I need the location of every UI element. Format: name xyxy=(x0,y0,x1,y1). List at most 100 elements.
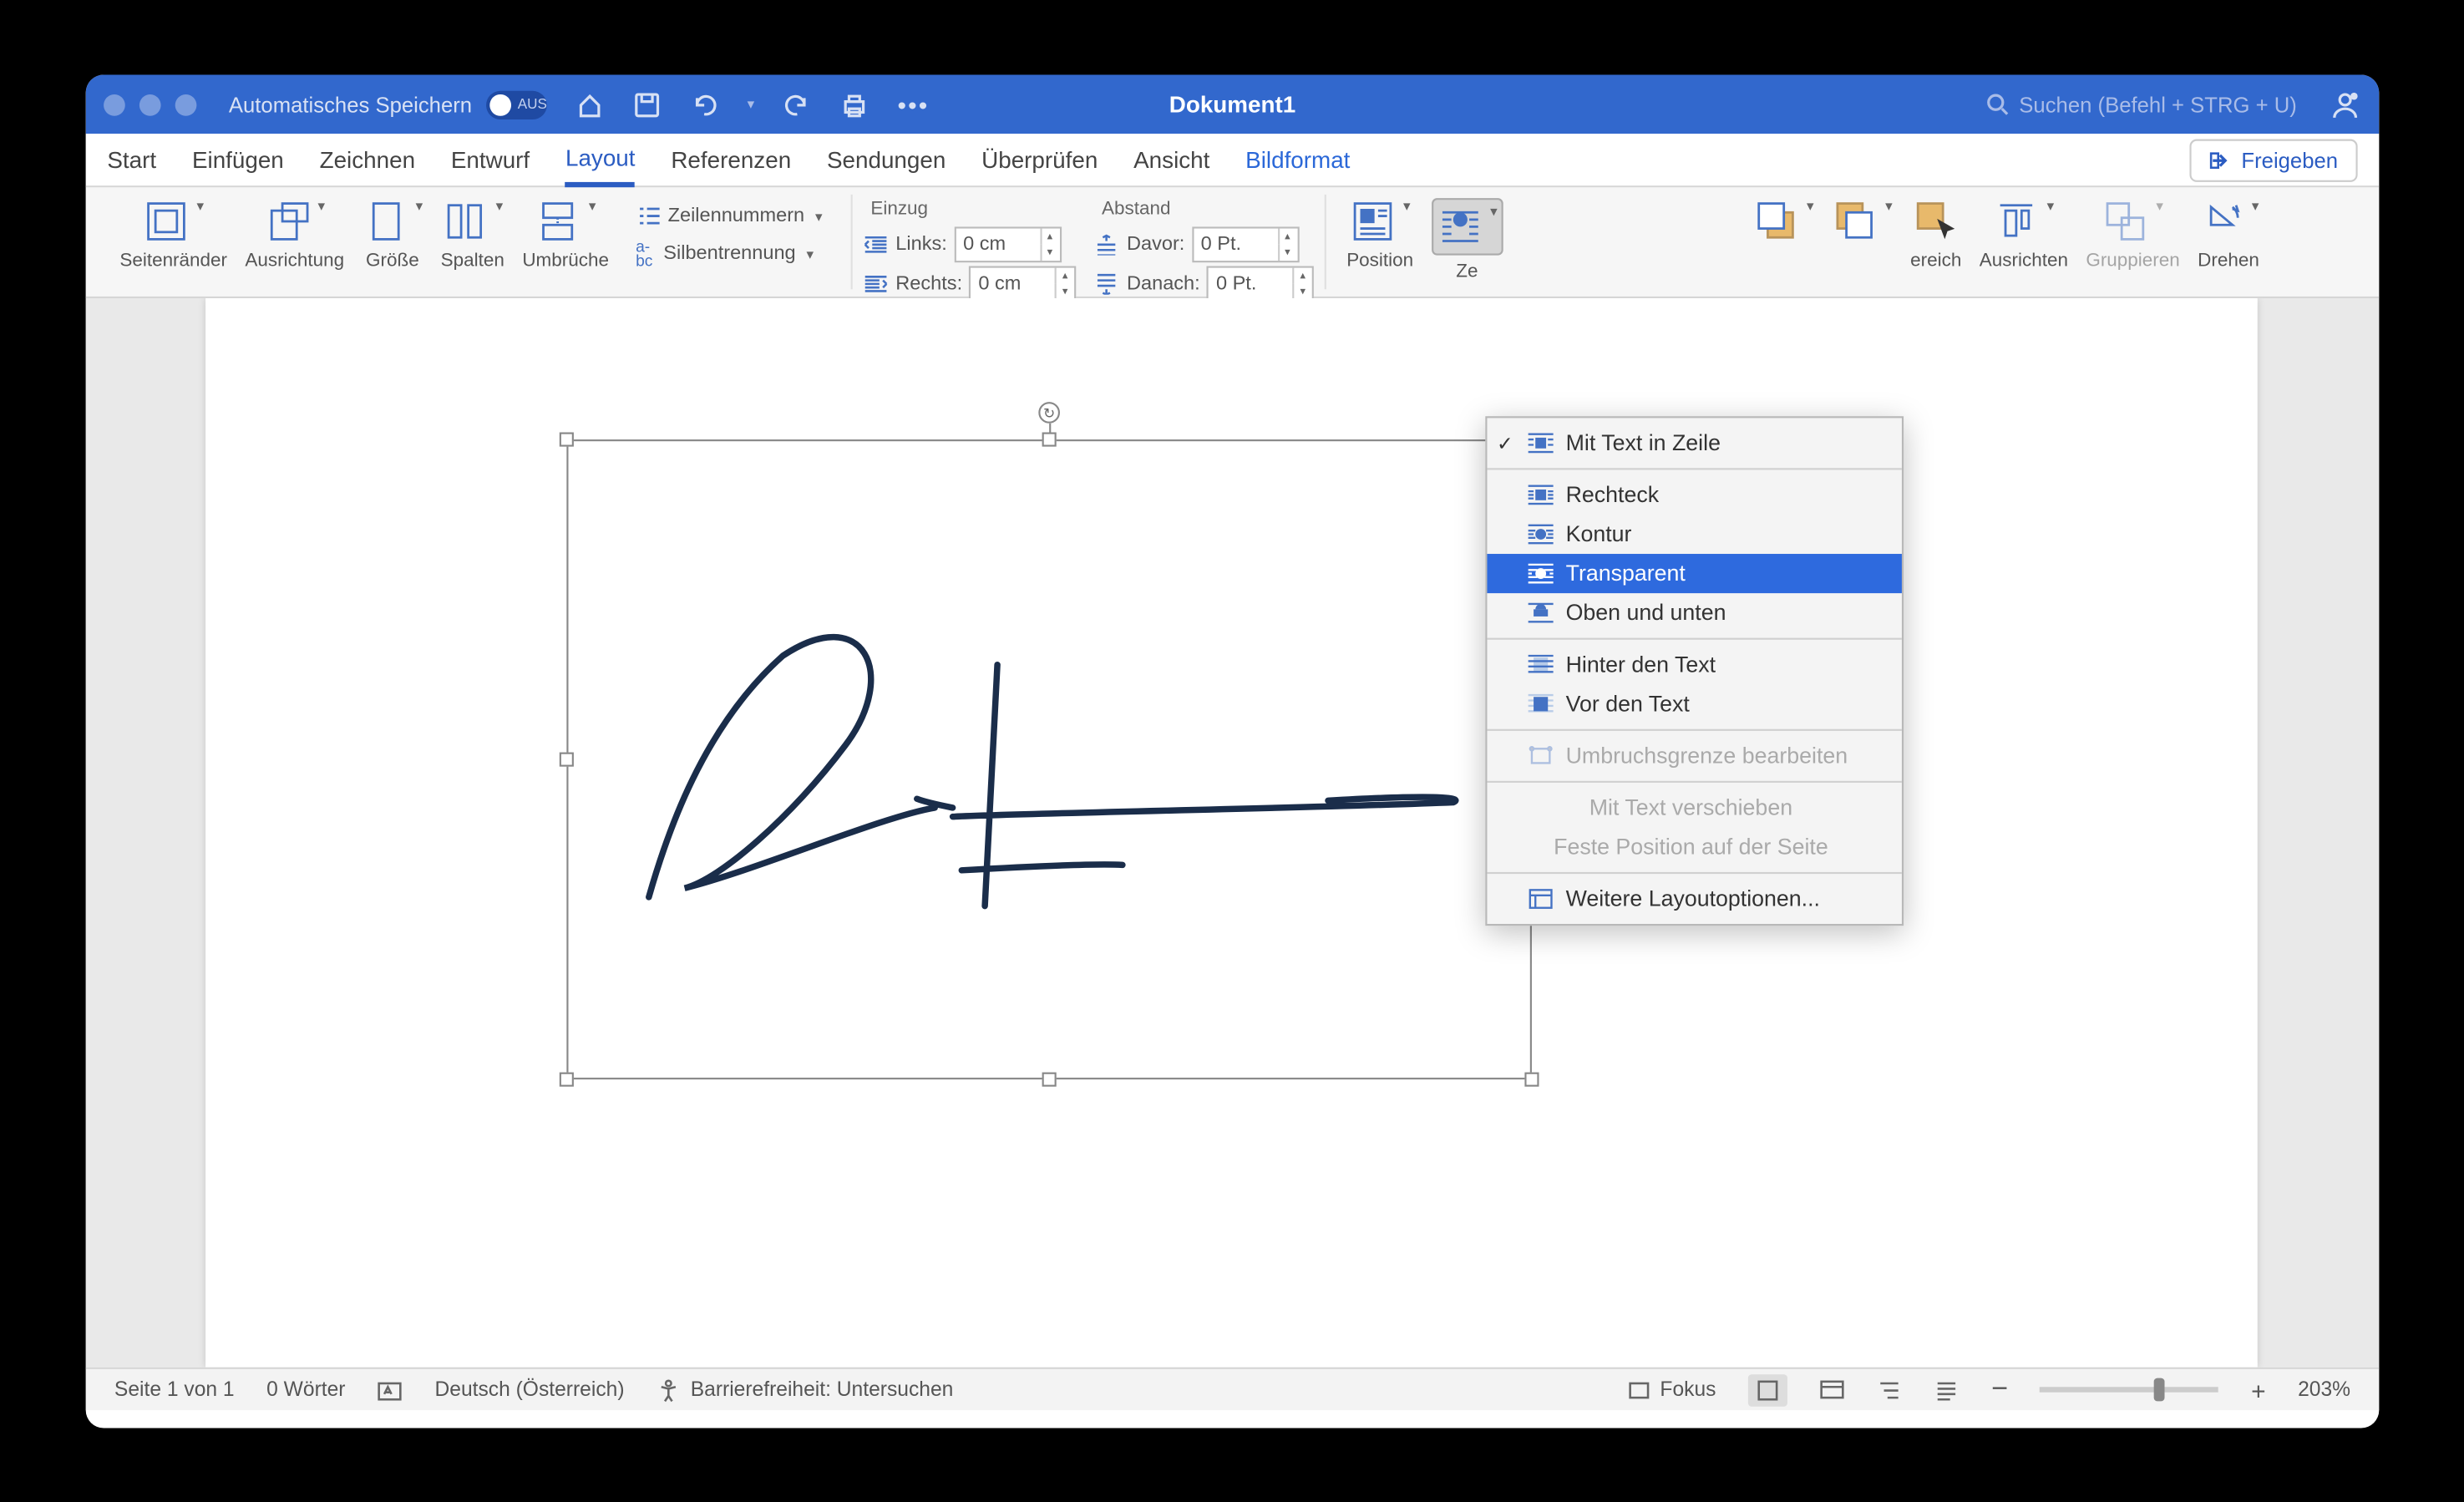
print-icon[interactable] xyxy=(839,89,868,118)
page-setup-group: ▾ Seitenränder ▾ Ausrichtung ▾ Größe ▾ S… xyxy=(99,194,852,288)
statusbar: Seite 1 von 1 0 Wörter Deutsch (Österrei… xyxy=(85,1367,2379,1409)
outline-view-button[interactable] xyxy=(1877,1377,1902,1402)
more-layout-options-item[interactable]: Weitere Layoutoptionen... xyxy=(1487,879,1901,918)
tab-entwurf[interactable]: Entwurf xyxy=(450,135,529,184)
web-layout-view-button[interactable] xyxy=(1819,1377,1844,1402)
wrap-inline-icon xyxy=(1526,430,1554,455)
spellcheck-button[interactable] xyxy=(378,1377,403,1402)
window-controls xyxy=(104,93,196,114)
ribbon-tabs: Start Einfügen Zeichnen Entwurf Layout R… xyxy=(85,134,2379,187)
breaks-button[interactable]: ▾ Umbrüche xyxy=(513,196,617,273)
minimize-window-button[interactable] xyxy=(139,93,160,114)
share-button[interactable]: Freigeben xyxy=(2189,138,2357,180)
resize-handle-tl[interactable] xyxy=(559,432,573,446)
home-icon[interactable] xyxy=(575,89,604,118)
indent-right-icon xyxy=(863,273,888,295)
undo-icon[interactable] xyxy=(690,89,718,118)
titlebar: Automatisches Speichern AUS ▾ ••• Dokume… xyxy=(85,74,2379,134)
wrap-through-item[interactable]: Transparent xyxy=(1487,554,1901,593)
rotation-handle[interactable]: ↻ xyxy=(1038,402,1060,424)
rotate-button[interactable]: ▾ Drehen xyxy=(2188,196,2268,273)
page-counter[interactable]: Seite 1 von 1 xyxy=(114,1378,234,1400)
hyphenation-button[interactable]: a-bc Silbentrennung▾ xyxy=(628,236,829,271)
tab-ansicht[interactable]: Ansicht xyxy=(1133,135,1209,184)
undo-dropdown-icon[interactable]: ▾ xyxy=(747,96,754,112)
wrap-tight-item[interactable]: Kontur xyxy=(1487,514,1901,553)
search-box[interactable]: Suchen (Befehl + STRG + U) xyxy=(1985,91,2296,116)
space-after-input[interactable]: 0 Pt.▴▾ xyxy=(1207,266,1314,302)
wrap-inline-item[interactable]: ✓ Mit Text in Zeile xyxy=(1487,423,1901,462)
wrap-text-icon xyxy=(1438,205,1481,247)
focus-mode-button[interactable]: Fokus xyxy=(1625,1377,1716,1402)
redo-icon[interactable] xyxy=(783,89,811,118)
tab-ueberpruefen[interactable]: Überprüfen xyxy=(981,135,1098,184)
edit-wrap-points-item: Umbruchsgrenze bearbeiten xyxy=(1487,736,1901,775)
wrap-square-icon xyxy=(1526,482,1554,507)
draft-view-button[interactable] xyxy=(1934,1377,1959,1402)
quick-access-toolbar: ▾ ••• xyxy=(575,89,929,118)
space-after-icon xyxy=(1094,273,1119,295)
tab-einfuegen[interactable]: Einfügen xyxy=(191,135,283,184)
print-layout-view-button[interactable] xyxy=(1747,1373,1787,1406)
resize-handle-bl[interactable] xyxy=(559,1072,573,1086)
autosave-control: Automatisches Speichern AUS xyxy=(228,89,546,118)
resize-handle-l[interactable] xyxy=(559,752,573,766)
zoom-in-button[interactable]: + xyxy=(2251,1375,2266,1403)
print-layout-icon xyxy=(1755,1377,1780,1402)
indent-right-input[interactable]: 0 cm▴▾ xyxy=(969,266,1076,302)
margins-button[interactable]: ▾ Seitenränder xyxy=(110,196,236,273)
edit-wrap-icon xyxy=(1526,743,1554,768)
maximize-window-button[interactable] xyxy=(175,93,196,114)
tab-zeichnen[interactable]: Zeichnen xyxy=(319,135,414,184)
space-before-input[interactable]: 0 Pt.▴▾ xyxy=(1191,226,1298,262)
zoom-out-button[interactable]: − xyxy=(1991,1373,2008,1406)
line-numbers-button[interactable]: Zeilennummern▾ xyxy=(628,200,829,232)
columns-button[interactable]: ▾ Spalten xyxy=(431,196,513,273)
selection-pane-icon xyxy=(1914,200,1957,242)
resize-handle-t[interactable] xyxy=(1042,432,1056,446)
wrap-square-item[interactable]: Rechteck xyxy=(1487,474,1901,514)
tab-referenzen[interactable]: Referenzen xyxy=(671,135,791,184)
tab-sendungen[interactable]: Sendungen xyxy=(826,135,945,184)
zoom-level[interactable]: 203% xyxy=(2298,1378,2350,1400)
wrap-topbottom-item[interactable]: Oben und unten xyxy=(1487,593,1901,632)
zoom-slider[interactable] xyxy=(2040,1387,2218,1392)
move-with-text-item: Mit Text verschieben xyxy=(1487,788,1901,827)
bring-forward-button[interactable]: ▾ x xyxy=(1744,196,1823,273)
wrap-text-button[interactable]: ▾ Ze xyxy=(1422,196,1511,284)
wrap-text-dropdown: ✓ Mit Text in Zeile Rechteck Kontur Tran… xyxy=(1485,416,1904,926)
resize-handle-br[interactable] xyxy=(1524,1072,1539,1086)
language-button[interactable]: Deutsch (Österreich) xyxy=(434,1378,624,1400)
tab-start[interactable]: Start xyxy=(107,135,156,184)
selected-image-frame[interactable]: ↻ xyxy=(566,439,1532,1079)
share-arrow-icon xyxy=(2208,149,2230,170)
tab-layout[interactable]: Layout xyxy=(565,133,635,186)
autosave-toggle[interactable]: AUS xyxy=(486,89,547,118)
selection-pane-button[interactable]: ereich xyxy=(1901,196,1970,273)
wrap-infront-item[interactable]: Vor den Text xyxy=(1487,684,1901,723)
breaks-icon xyxy=(536,200,579,242)
group-button[interactable]: ▾ Gruppieren xyxy=(2076,196,2188,273)
word-counter[interactable]: 0 Wörter xyxy=(266,1378,345,1400)
close-window-button[interactable] xyxy=(104,93,125,114)
tab-bildformat[interactable]: Bildformat xyxy=(1245,135,1350,184)
resize-handle-b[interactable] xyxy=(1042,1072,1056,1086)
document-canvas[interactable]: ↻ ✓ Mit Text in Zeile xyxy=(85,298,2379,1368)
bring-forward-icon xyxy=(1754,200,1797,242)
align-button[interactable]: ▾ Ausrichten xyxy=(1970,196,2077,273)
document-page[interactable]: ↻ xyxy=(205,298,2258,1368)
send-backward-button[interactable]: ▾ x xyxy=(1823,196,1901,273)
indent-left-input[interactable]: 0 cm▴▾ xyxy=(954,226,1061,262)
accessibility-button[interactable]: Barrierefreiheit: Untersuchen xyxy=(657,1377,953,1402)
more-commands-icon[interactable]: ••• xyxy=(897,89,929,118)
spellcheck-icon xyxy=(378,1377,403,1402)
orientation-button[interactable]: ▾ Ausrichtung xyxy=(236,196,352,273)
fix-position-item: Feste Position auf der Seite xyxy=(1487,827,1901,866)
position-button[interactable]: ▾ Position xyxy=(1337,196,1422,273)
orientation-icon xyxy=(266,200,308,242)
share-user-icon[interactable] xyxy=(2329,88,2361,120)
save-icon[interactable] xyxy=(632,89,661,118)
wrap-behind-item[interactable]: Hinter den Text xyxy=(1487,645,1901,684)
align-icon xyxy=(1995,200,2037,242)
size-button[interactable]: ▾ Größe xyxy=(352,196,431,273)
